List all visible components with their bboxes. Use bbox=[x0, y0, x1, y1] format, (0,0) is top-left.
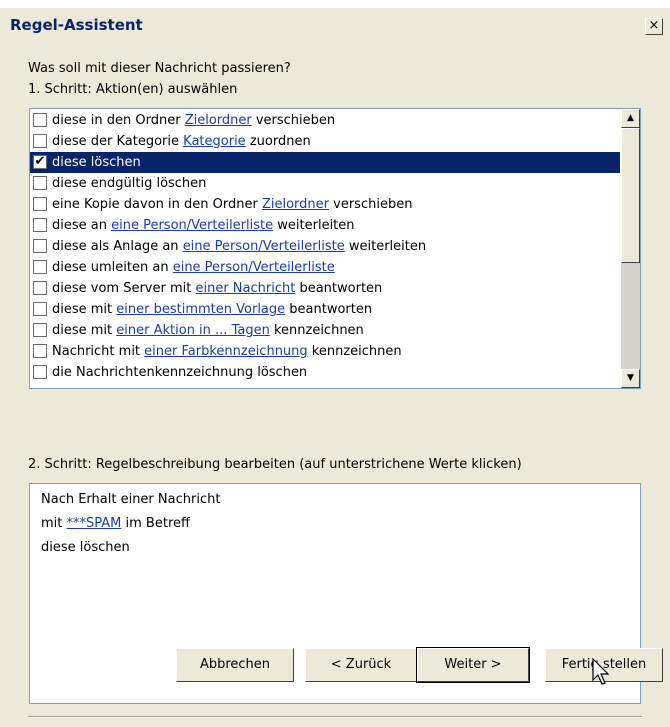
action-text-suffix: kennzeichnen bbox=[307, 344, 402, 359]
action-row[interactable]: die Nachrichtenkennzeichnung löschen bbox=[30, 362, 620, 383]
action-checkbox[interactable] bbox=[33, 344, 47, 358]
action-text: Nachricht mit einer Farbkennzeichnung ke… bbox=[52, 341, 402, 362]
action-text-prefix: diese in den Ordner bbox=[52, 113, 185, 128]
action-value-link[interactable]: Zielordner bbox=[185, 113, 252, 128]
action-text-prefix: Nachricht mit bbox=[52, 344, 145, 359]
action-row[interactable]: Nachricht mit einer Farbkennzeichnung ke… bbox=[30, 341, 620, 362]
action-text: die Nachrichtenkennzeichnung löschen bbox=[52, 362, 307, 383]
action-text: diese an eine Person/Verteilerliste weit… bbox=[52, 215, 355, 236]
action-checkbox[interactable]: ✔ bbox=[33, 155, 47, 169]
close-button[interactable]: × bbox=[645, 18, 663, 35]
spam-subject-link[interactable]: ***SPAM bbox=[67, 516, 122, 531]
action-row[interactable]: diese an eine Person/Verteilerliste weit… bbox=[30, 215, 620, 236]
scroll-down-button[interactable]: ▼ bbox=[621, 369, 640, 388]
action-row[interactable]: eine Kopie davon in den Ordner Zielordne… bbox=[30, 194, 620, 215]
action-value-link[interactable]: einer Farbkennzeichnung bbox=[144, 344, 308, 359]
action-text-prefix: diese vom Server mit bbox=[52, 281, 196, 296]
action-text-prefix: diese mit bbox=[52, 302, 117, 317]
action-text-prefix: die Nachrichtenkennzeichnung löschen bbox=[52, 365, 308, 380]
scroll-thumb[interactable] bbox=[621, 128, 640, 263]
action-checkbox[interactable] bbox=[33, 260, 47, 274]
action-value-link[interactable]: Kategorie bbox=[183, 134, 246, 149]
action-row[interactable]: diese als Anlage an eine Person/Verteile… bbox=[30, 236, 620, 257]
description-line-2-prefix: mit bbox=[41, 516, 67, 531]
back-button[interactable]: < Zurück bbox=[305, 648, 417, 682]
action-row[interactable]: diese umleiten an eine Person/Verteilerl… bbox=[30, 257, 620, 278]
action-text: diese löschen bbox=[52, 152, 141, 173]
mouse-pointer-icon bbox=[592, 658, 610, 685]
actions-listbox[interactable]: diese in den Ordner Zielordner verschieb… bbox=[29, 108, 641, 389]
action-text: diese vom Server mit einer Nachricht bea… bbox=[52, 278, 382, 299]
scroll-down-icon: ▼ bbox=[627, 373, 634, 383]
action-text-prefix: diese umleiten an bbox=[52, 260, 173, 275]
action-checkbox[interactable] bbox=[33, 176, 47, 190]
action-text: diese mit einer bestimmten Vorlage beant… bbox=[52, 299, 372, 320]
description-line-2-suffix: im Betreff bbox=[121, 516, 190, 531]
cancel-button[interactable]: Abbrechen bbox=[176, 648, 294, 682]
action-text: diese in den Ordner Zielordner verschieb… bbox=[52, 110, 335, 131]
action-text-prefix: diese löschen bbox=[52, 155, 141, 170]
action-text: diese endgültig löschen bbox=[52, 173, 206, 194]
description-line-1: Nach Erhalt einer Nachricht bbox=[41, 492, 221, 507]
button-separator bbox=[28, 716, 642, 718]
action-row[interactable]: diese der Kategorie Kategorie zuordnen bbox=[30, 131, 620, 152]
action-text-prefix: eine Kopie davon in den Ordner bbox=[52, 197, 262, 212]
action-checkbox[interactable] bbox=[33, 323, 47, 337]
scroll-up-icon: ▲ bbox=[627, 113, 634, 123]
action-checkbox[interactable] bbox=[33, 302, 47, 316]
action-value-link[interactable]: eine Person/Verteilerliste bbox=[183, 239, 345, 254]
action-checkbox[interactable] bbox=[33, 113, 47, 127]
action-text-prefix: diese der Kategorie bbox=[52, 134, 184, 149]
action-value-link[interactable]: einer Nachricht bbox=[195, 281, 295, 296]
action-checkbox[interactable] bbox=[33, 281, 47, 295]
action-text-prefix: diese mit bbox=[52, 323, 117, 338]
action-row[interactable]: diese endgültig löschen bbox=[30, 173, 620, 194]
action-text-suffix: weiterleiten bbox=[273, 218, 355, 233]
dialog-title: Regel-Assistent bbox=[10, 16, 143, 34]
description-line-3: diese löschen bbox=[41, 540, 130, 555]
action-text-suffix: verschieben bbox=[251, 113, 336, 128]
action-text-suffix: verschieben bbox=[329, 197, 413, 212]
action-checkbox[interactable] bbox=[33, 239, 47, 253]
description-line-2: mit ***SPAM im Betreff bbox=[41, 516, 190, 531]
step1-label: 1. Schritt: Aktion(en) auswählen bbox=[28, 82, 238, 97]
action-row[interactable]: diese vom Server mit einer Nachricht bea… bbox=[30, 278, 620, 299]
action-checkbox[interactable] bbox=[33, 365, 47, 379]
listbox-scrollbar[interactable]: ▲ ▼ bbox=[621, 109, 640, 388]
action-row[interactable]: diese mit einer bestimmten Vorlage beant… bbox=[30, 299, 620, 320]
action-row[interactable]: diese in den Ordner Zielordner verschieb… bbox=[30, 110, 620, 131]
action-text: diese mit einer Aktion in ... Tagen kenn… bbox=[52, 320, 364, 341]
action-value-link[interactable]: einer bestimmten Vorlage bbox=[116, 302, 285, 317]
action-text: diese der Kategorie Kategorie zuordnen bbox=[52, 131, 311, 152]
action-checkbox[interactable] bbox=[33, 218, 47, 232]
action-checkbox[interactable] bbox=[33, 134, 47, 148]
action-text-suffix: kennzeichnen bbox=[269, 323, 364, 338]
scroll-up-button[interactable]: ▲ bbox=[621, 109, 640, 128]
action-text-suffix: zuordnen bbox=[245, 134, 311, 149]
close-icon: × bbox=[648, 18, 660, 33]
action-text-suffix: beantworten bbox=[285, 302, 373, 317]
action-value-link[interactable]: einer Aktion in ... Tagen bbox=[116, 323, 270, 338]
action-value-link[interactable]: eine Person/Verteilerliste bbox=[173, 260, 335, 275]
action-text: diese als Anlage an eine Person/Verteile… bbox=[52, 236, 426, 257]
action-text-suffix: beantworten bbox=[295, 281, 383, 296]
action-row[interactable]: ✔ diese löschen bbox=[30, 152, 620, 173]
action-text-suffix: weiterleiten bbox=[344, 239, 427, 254]
action-text: eine Kopie davon in den Ordner Zielordne… bbox=[52, 194, 412, 215]
action-text-prefix: diese an bbox=[52, 218, 112, 233]
action-value-link[interactable]: Zielordner bbox=[262, 197, 329, 212]
action-text: diese umleiten an eine Person/Verteilerl… bbox=[52, 257, 335, 278]
action-value-link[interactable]: eine Person/Verteilerliste bbox=[111, 218, 273, 233]
action-text-prefix: diese endgültig löschen bbox=[52, 176, 207, 191]
rule-wizard-dialog: Regel-Assistent × Was soll mit dieser Na… bbox=[0, 8, 670, 727]
action-text-prefix: diese als Anlage an bbox=[52, 239, 183, 254]
title-bar: Regel-Assistent × bbox=[0, 8, 670, 42]
action-checkbox[interactable] bbox=[33, 197, 47, 211]
next-button[interactable]: Weiter > bbox=[416, 647, 530, 683]
question-label: Was soll mit dieser Nachricht passieren? bbox=[28, 61, 291, 76]
action-row[interactable]: diese mit einer Aktion in ... Tagen kenn… bbox=[30, 320, 620, 341]
step2-label: 2. Schritt: Regelbeschreibung bearbeiten… bbox=[28, 457, 522, 472]
